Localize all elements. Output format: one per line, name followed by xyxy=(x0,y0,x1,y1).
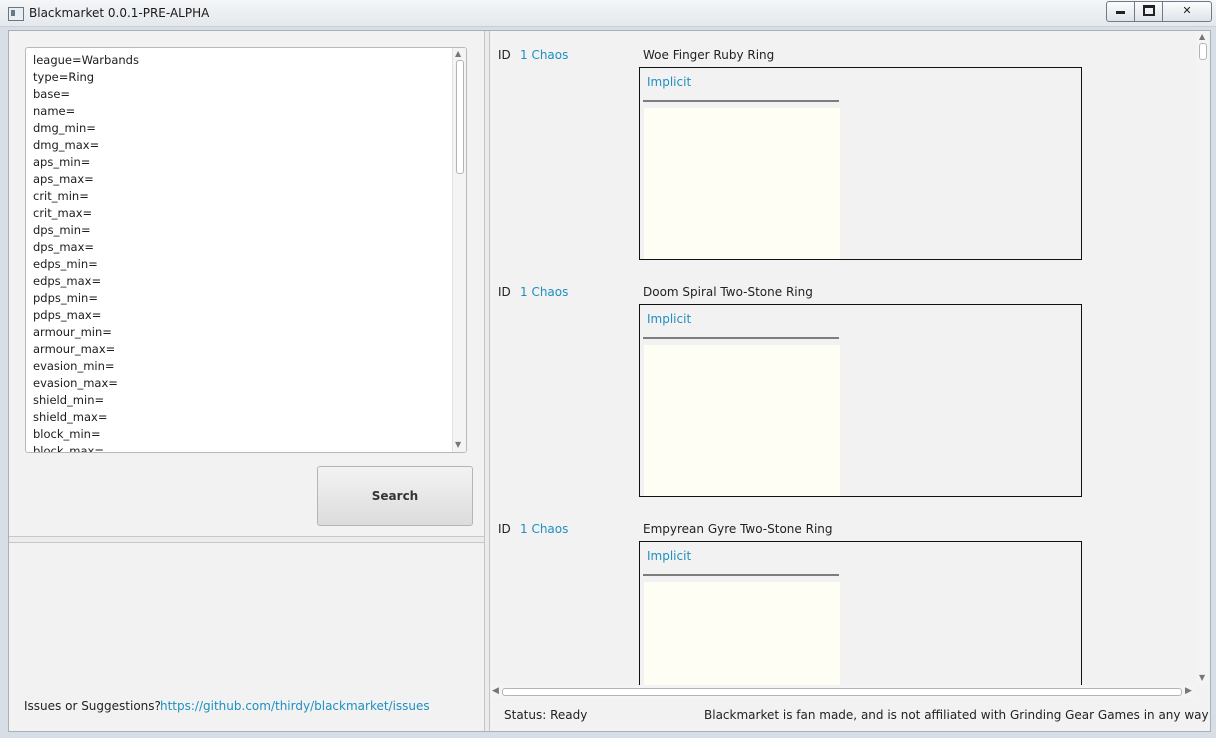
item-price[interactable]: 1 Chaos xyxy=(520,522,568,536)
chevron-left-icon[interactable]: ◀ xyxy=(492,686,499,696)
item-id-label: ID xyxy=(498,48,511,62)
implicit-label: Implicit xyxy=(647,549,692,563)
query-line: aps_max= xyxy=(33,172,94,186)
query-line: type=Ring xyxy=(33,70,95,84)
status-text: Status: Ready xyxy=(504,708,588,722)
item-name: Empyrean Gyre Two-Stone Ring xyxy=(643,522,833,536)
item-mods-box: Implicit xyxy=(639,541,1082,685)
item-id-label: ID xyxy=(498,285,511,299)
explicit-mods-area xyxy=(644,345,840,496)
query-line: dmg_max= xyxy=(33,138,100,152)
implicit-separator xyxy=(643,574,839,576)
query-line: block_max= xyxy=(33,444,104,453)
query-line: edps_max= xyxy=(33,274,102,288)
item-price[interactable]: 1 Chaos xyxy=(520,285,568,299)
status-bar: Status: Ready Blackmarket is fan made, a… xyxy=(490,698,1210,731)
item-name: Woe Finger Ruby Ring xyxy=(643,48,775,62)
results-horizontal-scrollbar[interactable]: ◀ ▶ xyxy=(490,685,1196,698)
query-line: crit_max= xyxy=(33,206,93,220)
results-pane: ID 1 Chaos Woe Finger Ruby Ring Implicit… xyxy=(490,31,1210,731)
window-title: Blackmarket 0.0.1-PRE-ALPHA xyxy=(29,6,210,20)
chevron-right-icon[interactable]: ▶ xyxy=(1185,686,1192,696)
implicit-separator xyxy=(643,100,839,102)
close-button[interactable]: ✕ xyxy=(1162,1,1212,22)
query-line: dps_min= xyxy=(33,223,91,237)
chevron-down-icon[interactable]: ▼ xyxy=(455,440,461,449)
title-bar: Blackmarket 0.0.1-PRE-ALPHA ✕ xyxy=(0,0,1216,27)
query-line: pdps_max= xyxy=(33,308,102,322)
query-line: crit_min= xyxy=(33,189,89,203)
chevron-down-icon[interactable]: ▼ xyxy=(1199,673,1205,682)
query-scroll-thumb[interactable] xyxy=(456,60,464,174)
query-pane: league=Warbands type=Ring base= name= dmg_mi… xyxy=(9,31,485,731)
query-text: league=Warbands type=Ring base= name= dmg_mi… xyxy=(33,52,139,453)
chevron-up-icon[interactable]: ▲ xyxy=(1199,32,1205,41)
issues-label: Issues or Suggestions? xyxy=(24,699,161,713)
query-line: league=Warbands xyxy=(33,53,139,67)
item-mods-box: Implicit xyxy=(639,304,1082,497)
query-textarea[interactable]: league=Warbands type=Ring base= name= dmg_mi… xyxy=(25,47,467,453)
query-line: evasion_max= xyxy=(33,376,118,390)
query-line: dmg_min= xyxy=(33,121,96,135)
app-window-icon xyxy=(8,7,24,21)
query-line: dps_max= xyxy=(33,240,95,254)
query-line: armour_min= xyxy=(33,325,112,339)
maximize-button[interactable] xyxy=(1134,1,1163,22)
result-item: ID 1 Chaos Doom Spiral Two-Stone Ring Im… xyxy=(490,268,1190,498)
maximize-icon xyxy=(1142,5,1155,16)
disclaimer-text: Blackmarket is fan made, and is not affi… xyxy=(704,708,1209,722)
implicit-label: Implicit xyxy=(647,75,692,89)
query-line: name= xyxy=(33,104,76,118)
app-client-area: league=Warbands type=Ring base= name= dmg_mi… xyxy=(8,30,1211,732)
query-line: evasion_min= xyxy=(33,359,115,373)
explicit-mods-area xyxy=(644,582,840,685)
query-line: base= xyxy=(33,87,71,101)
query-line: armour_max= xyxy=(33,342,116,356)
result-item: ID 1 Chaos Woe Finger Ruby Ring Implicit xyxy=(490,31,1190,261)
query-line: pdps_min= xyxy=(33,291,98,305)
query-line: block_min= xyxy=(33,427,101,441)
query-line: aps_min= xyxy=(33,155,91,169)
item-mods-box: Implicit xyxy=(639,67,1082,260)
result-item: ID 1 Chaos Empyrean Gyre Two-Stone Ring … xyxy=(490,505,1190,685)
item-id-label: ID xyxy=(498,522,511,536)
item-price[interactable]: 1 Chaos xyxy=(520,48,568,62)
results-list: ID 1 Chaos Woe Finger Ruby Ring Implicit… xyxy=(490,31,1196,685)
issues-link[interactable]: https://github.com/thirdy/blackmarket/is… xyxy=(160,699,430,713)
results-vertical-scrollbar[interactable]: ▲ ▼ xyxy=(1196,31,1209,685)
horizontal-splitter[interactable] xyxy=(9,536,484,543)
chevron-up-icon[interactable]: ▲ xyxy=(455,49,461,58)
implicit-separator xyxy=(643,337,839,339)
explicit-mods-area xyxy=(644,108,840,259)
results-hscroll-thumb[interactable] xyxy=(502,688,1182,696)
query-scrollbar[interactable]: ▲ ▼ xyxy=(452,48,466,452)
results-vscroll-thumb[interactable] xyxy=(1199,43,1207,60)
minimize-button[interactable] xyxy=(1106,1,1135,22)
implicit-label: Implicit xyxy=(647,312,692,326)
query-line: edps_min= xyxy=(33,257,98,271)
query-line: shield_min= xyxy=(33,393,105,407)
item-name: Doom Spiral Two-Stone Ring xyxy=(643,285,813,299)
query-line: shield_max= xyxy=(33,410,108,424)
search-button[interactable]: Search xyxy=(317,466,473,526)
close-icon: ✕ xyxy=(1182,4,1192,17)
minimize-icon xyxy=(1116,11,1125,14)
